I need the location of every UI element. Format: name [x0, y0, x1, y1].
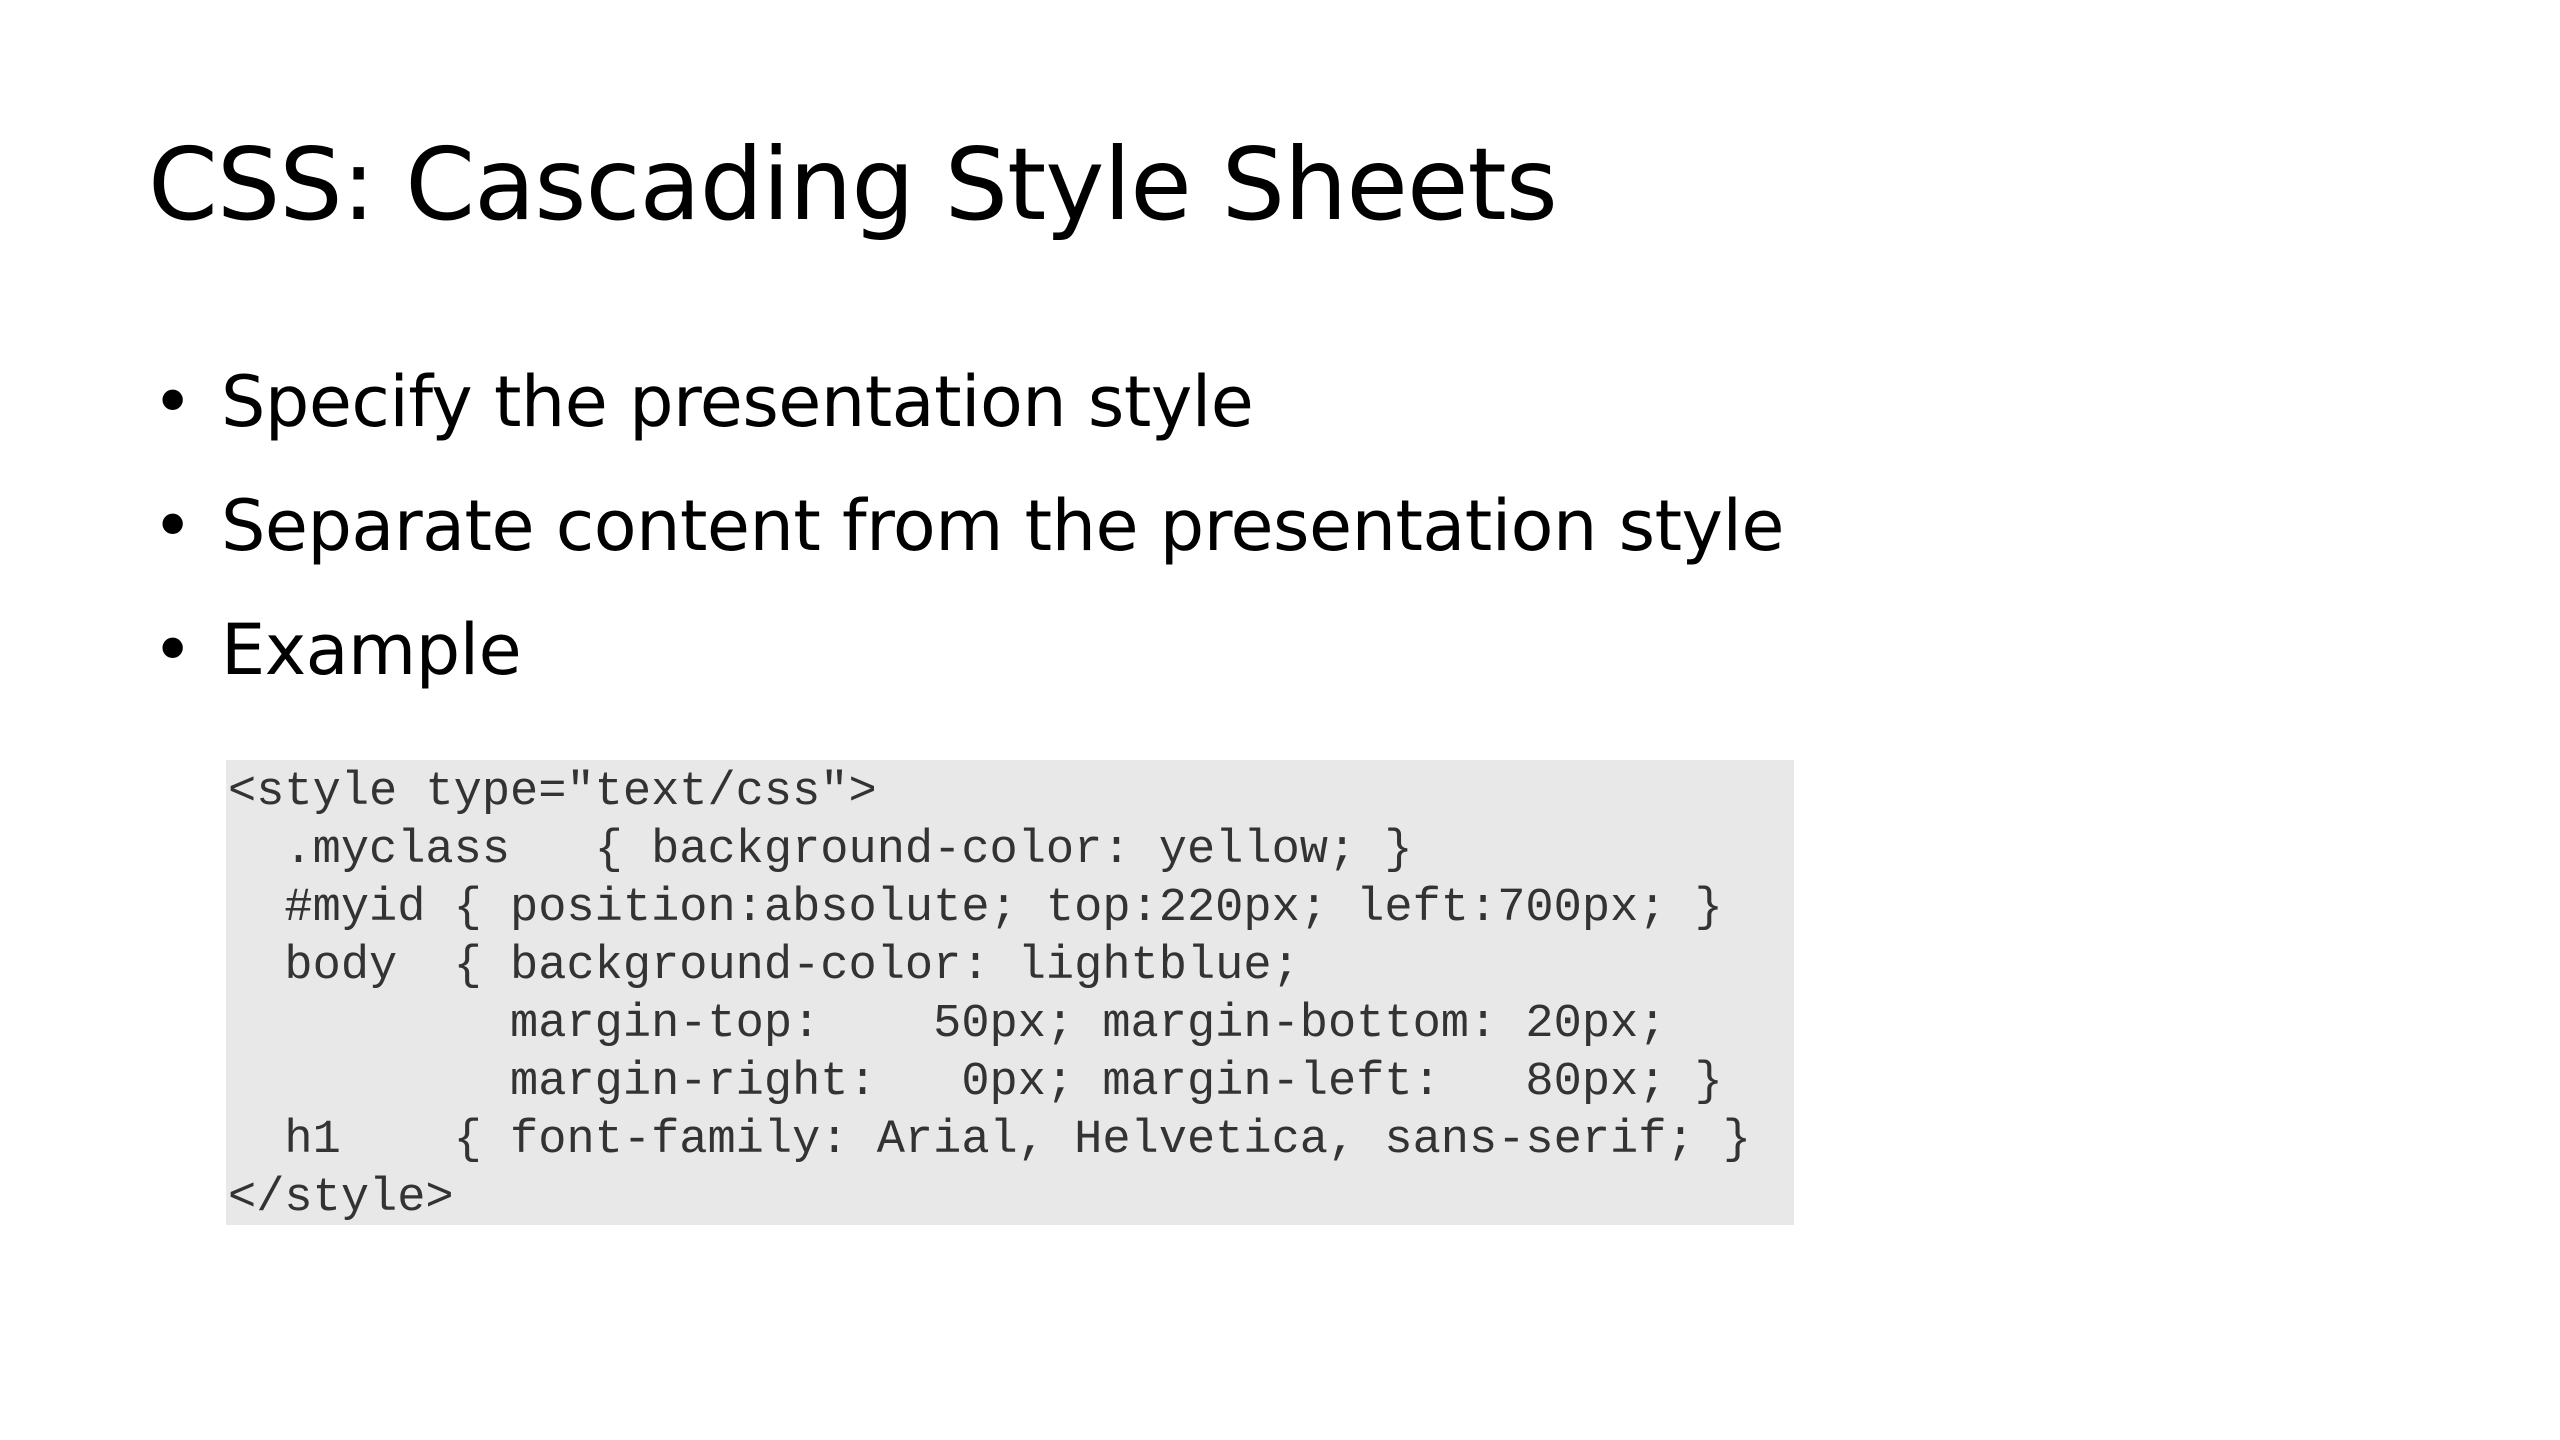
code-line: #myid { position:absolute; top:220px; le…	[228, 882, 1723, 935]
code-line: margin-right: 0px; margin-left: 80px; }	[228, 1056, 1723, 1109]
bullet-text: Specify the presentation style	[221, 361, 1254, 443]
bullet-dot: •	[152, 609, 193, 691]
bullet-item: • Example	[148, 600, 1784, 724]
code-line: </style>	[228, 1172, 454, 1225]
slide-title: CSS: Cascading Style Sheets	[148, 126, 1558, 243]
code-line: h1 { font-family: Arial, Helvetica, sans…	[228, 1114, 1752, 1167]
code-example: <style type="text/css"> .myclass { backg…	[226, 760, 1794, 1225]
bullet-item: • Separate content from the presentation…	[148, 476, 1784, 600]
bullet-item: • Specify the presentation style	[148, 352, 1784, 476]
bullet-text: Example	[221, 609, 522, 691]
code-line: .myclass { background-color: yellow; }	[228, 824, 1413, 877]
slide: CSS: Cascading Style Sheets • Specify th…	[0, 0, 2560, 1440]
bullet-dot: •	[152, 485, 193, 567]
code-line: body { background-color: lightblue;	[228, 940, 1300, 993]
bullet-list: • Specify the presentation style • Separ…	[148, 352, 1784, 724]
code-line: <style type="text/css">	[228, 766, 877, 819]
code-line: margin-top: 50px; margin-bottom: 20px;	[228, 998, 1667, 1051]
bullet-dot: •	[152, 361, 193, 443]
bullet-text: Separate content from the presentation s…	[221, 485, 1784, 567]
